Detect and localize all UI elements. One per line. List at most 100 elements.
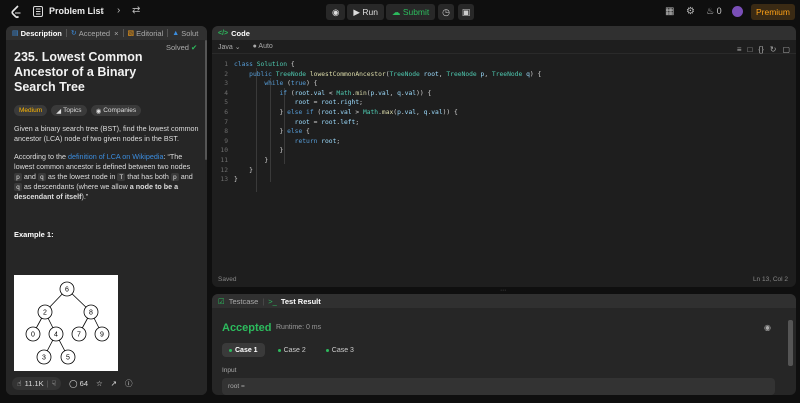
case-label: Case 1 bbox=[235, 346, 258, 354]
code-text: while (true) { bbox=[264, 80, 318, 88]
close-icon[interactable]: × bbox=[112, 29, 118, 38]
code-line: 12 } bbox=[212, 166, 796, 176]
leetcode-logo-icon[interactable] bbox=[10, 5, 22, 19]
tree-node-label: 3 bbox=[42, 355, 46, 362]
tab-description[interactable]: ▤ Description bbox=[12, 29, 62, 38]
terminal-icon: >_ bbox=[268, 296, 277, 306]
braces-icon[interactable]: {} bbox=[758, 45, 763, 54]
document-icon: ▤ bbox=[12, 30, 19, 37]
para2-end: ).” bbox=[81, 192, 89, 201]
test-result-panel: ☑ Testcase | >_ Test Result Accepted Run… bbox=[212, 294, 796, 395]
avatar[interactable] bbox=[732, 6, 743, 17]
save-status: Saved bbox=[218, 276, 237, 283]
test-cases: Case 1 Case 2 Case 3 bbox=[222, 343, 361, 357]
streak-counter[interactable]: ♨ 0 bbox=[706, 6, 722, 17]
problem-list-link[interactable]: Problem List bbox=[49, 6, 104, 16]
chevron-down-icon: ⌄ bbox=[234, 43, 241, 51]
tab-divider bbox=[65, 29, 67, 37]
streak-count: 0 bbox=[716, 6, 722, 16]
tab-editorial[interactable]: ▧ Editorial bbox=[128, 29, 164, 38]
problem-tags: Medium ◢ Topics ◉ Companies bbox=[14, 105, 196, 116]
tab-solutions-label: Solut bbox=[181, 28, 199, 38]
companies-badge[interactable]: ◉ Companies bbox=[90, 105, 142, 116]
star-icon[interactable]: ☆ bbox=[96, 379, 103, 388]
tab-testcase[interactable]: Testcase bbox=[229, 297, 259, 306]
layout-grid-icon[interactable]: ▦ bbox=[665, 6, 674, 17]
help-icon[interactable]: ⓘ bbox=[125, 378, 133, 389]
tab-solutions[interactable]: ▲ Solut bbox=[172, 29, 198, 38]
thumbs-down-icon[interactable]: ☟ bbox=[52, 379, 57, 388]
autosave-toggle[interactable]: ● Auto bbox=[253, 43, 273, 50]
code-line: 11 } bbox=[212, 156, 796, 166]
reset-icon[interactable]: ↻ bbox=[770, 45, 777, 54]
difficulty-badge[interactable]: Medium bbox=[14, 105, 48, 116]
note-icon: ▣ bbox=[461, 6, 471, 17]
line-number: 7 bbox=[224, 118, 228, 126]
code-line: 13} bbox=[212, 175, 796, 185]
case-3-tab[interactable]: Case 3 bbox=[319, 343, 361, 357]
comments-button[interactable]: ◯ 64 bbox=[69, 379, 88, 388]
code-line: 5 root = root.right; bbox=[212, 98, 796, 108]
problem-title: 235. Lowest Common Ancestor of a Binary … bbox=[14, 50, 143, 94]
autosave-label: Auto bbox=[258, 43, 273, 50]
run-submit-group: ◉ ▶ Run ☁ Submit bbox=[326, 4, 436, 20]
submit-button[interactable]: ☁ Submit bbox=[385, 4, 436, 20]
tab-divider bbox=[122, 29, 124, 37]
alarm-clock-button[interactable]: ◷ bbox=[438, 4, 454, 20]
panel-resize-handle[interactable]: ⋯ bbox=[497, 288, 509, 294]
run-button[interactable]: ▶ Run bbox=[347, 4, 384, 20]
code-text: root = root.left; bbox=[294, 118, 360, 126]
para2-text-d: as descendants (where we allow bbox=[21, 182, 130, 191]
test-tabs: ☑ Testcase | >_ Test Result bbox=[212, 294, 796, 308]
code-line: 4 if (root.val < Math.min(p.val, q.val))… bbox=[212, 89, 796, 99]
test-panel-scrollbar[interactable] bbox=[788, 320, 793, 366]
format-icon[interactable]: ≡ bbox=[737, 45, 742, 54]
code-text: root = root.right; bbox=[294, 99, 363, 107]
cloud-upload-icon: ☁ bbox=[391, 6, 401, 17]
code-content[interactable]: 1 class Solution { 2 public TreeNode lowe… bbox=[212, 60, 796, 185]
code-editor-panel: </> Code Java ⌄ ● Auto ≡ □ {} ↻ ▢ 1 class… bbox=[212, 26, 796, 287]
like-button[interactable]: ☝ 11.1K | ☟ bbox=[12, 376, 62, 390]
language-select[interactable]: Java ⌄ bbox=[218, 43, 241, 51]
description-panel: ▤ Description ↻ Accepted × ▧ Editorial ▲ Sol… bbox=[6, 26, 207, 395]
share-icon[interactable]: ↗ bbox=[111, 379, 117, 388]
premium-button[interactable]: Premium bbox=[751, 4, 795, 20]
chevron-left-icon[interactable]: ‹ bbox=[101, 5, 104, 16]
line-number: 2 bbox=[224, 70, 228, 78]
case-1-tab[interactable]: Case 1 bbox=[222, 343, 265, 357]
example-1-title: Example 1: bbox=[14, 230, 54, 239]
eye-icon[interactable]: ◉ bbox=[764, 323, 771, 332]
fullscreen-icon[interactable]: ▢ bbox=[782, 45, 790, 54]
gear-icon[interactable]: ⚙ bbox=[686, 6, 695, 17]
description-scrollbar[interactable] bbox=[205, 40, 207, 160]
code-line: 6 } else if (root.val > Math.max(p.val, … bbox=[212, 108, 796, 118]
debug-button[interactable]: ◉ bbox=[326, 4, 346, 20]
chevron-right-icon[interactable]: › bbox=[117, 5, 120, 16]
runtime-info: Runtime: 0 ms bbox=[276, 324, 322, 331]
line-number: 10 bbox=[220, 147, 228, 155]
tab-test-result[interactable]: Test Result bbox=[281, 297, 321, 306]
lca-wikipedia-link[interactable]: definition of LCA on Wikipedia bbox=[68, 152, 164, 161]
tree-node-label: 2 bbox=[43, 310, 47, 317]
inline-code-p: p bbox=[170, 173, 179, 181]
line-number: 4 bbox=[224, 89, 228, 97]
editor-toolbar: Java ⌄ ● Auto bbox=[212, 40, 796, 54]
notes-button[interactable]: ▣ bbox=[458, 4, 474, 20]
case-label: Case 2 bbox=[283, 346, 306, 354]
line-number: 6 bbox=[224, 108, 228, 116]
tree-node-label: 9 bbox=[100, 332, 104, 339]
vote-divider: | bbox=[46, 378, 49, 388]
case-2-tab[interactable]: Case 2 bbox=[271, 343, 313, 357]
shuffle-icon[interactable]: ⇄ bbox=[132, 5, 140, 16]
tree-node-label: 8 bbox=[89, 310, 93, 317]
line-number: 1 bbox=[224, 61, 228, 68]
bookmark-icon[interactable]: □ bbox=[748, 45, 753, 54]
tab-accepted[interactable]: ↻ Accepted × bbox=[71, 29, 119, 38]
problem-list-icon[interactable] bbox=[33, 6, 43, 17]
code-line: 8 } else { bbox=[212, 127, 796, 137]
tree-node-label: 0 bbox=[31, 332, 35, 339]
inline-code-q: q bbox=[37, 173, 46, 181]
code-header: </> Code bbox=[212, 26, 796, 40]
checkbox-icon: ☑ bbox=[218, 296, 225, 306]
topics-badge[interactable]: ◢ Topics bbox=[51, 105, 87, 116]
